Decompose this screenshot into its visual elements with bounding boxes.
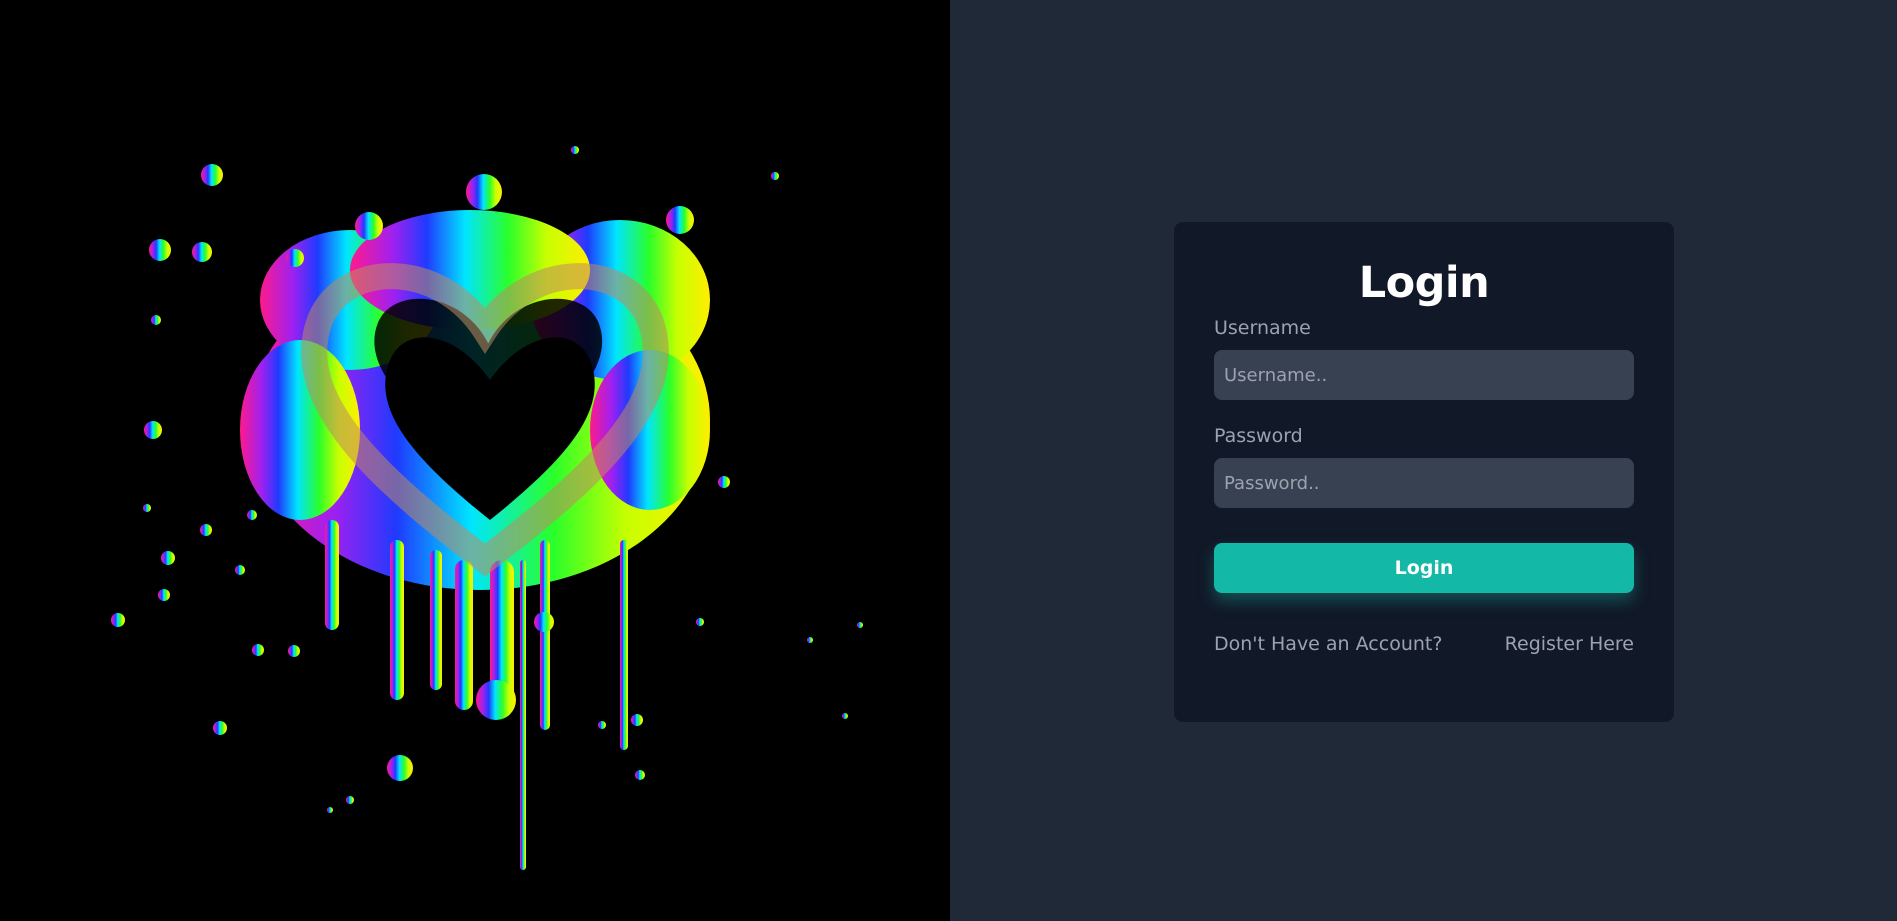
paint-splash-heart-image — [111, 146, 863, 870]
login-title: Login — [1358, 258, 1490, 308]
password-label: Password — [1214, 425, 1303, 447]
username-label: Username — [1214, 317, 1311, 339]
register-prompt-row: Don't Have an Account? Register Here — [1214, 633, 1634, 655]
hero-panel — [0, 0, 950, 921]
login-button[interactable]: Login — [1214, 543, 1634, 593]
password-input[interactable] — [1214, 458, 1634, 508]
login-panel: Login Username Password Login Don't Have… — [950, 0, 1897, 921]
login-form: Login Username Password Login Don't Have… — [1174, 222, 1674, 722]
username-input[interactable] — [1214, 350, 1634, 400]
no-account-text: Don't Have an Account? — [1214, 633, 1443, 655]
login-page: Login Username Password Login Don't Have… — [0, 0, 1897, 921]
register-link[interactable]: Register Here — [1505, 633, 1634, 655]
